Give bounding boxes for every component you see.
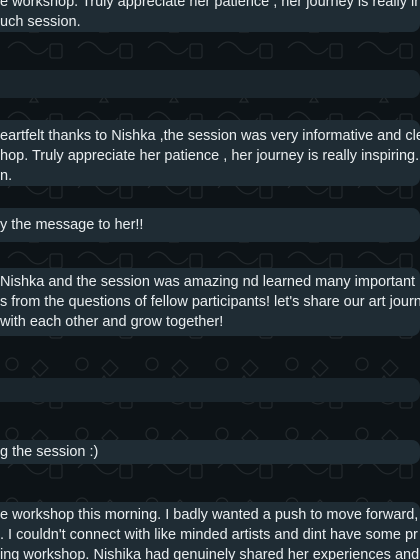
message-bubble-3[interactable]: eartfelt thanks to Nishka ,the session w… [0,120,420,186]
message-text-line: y the message to her!! [0,217,144,233]
message-text-line: uch session. [0,14,81,30]
chat-conversation[interactable]: e workshop. Truly appreciate her patienc… [0,0,420,560]
message-text-line: Nishka and the session was amazing nd le… [0,274,416,290]
message-bubble-7[interactable]: g the session :) [0,440,420,464]
message-text-line: . I couldn't connect with like minded ar… [0,527,418,543]
message-text-line: with each other and grow together! [0,314,224,330]
message-text-line: s from the questions of fellow participa… [0,294,420,310]
message-bubble-6[interactable] [0,378,420,402]
message-bubble-2[interactable] [0,70,420,98]
message-text-line: n. [0,168,13,184]
message-text-line: eartfelt thanks to Nishka ,the session w… [0,128,420,144]
message-text-line: ing workshop. Nishika had genuinely shar… [0,547,420,560]
message-text-line: e workshop this morning. I badly wanted … [0,507,420,523]
message-text-line: hop. Truly appreciate her patience , her… [0,148,420,164]
message-text-line: e workshop. Truly appreciate her patienc… [0,0,420,10]
message-bubble-5[interactable]: Nishka and the session was amazing nd le… [0,268,420,336]
message-bubble-8[interactable]: e workshop this morning. I badly wanted … [0,502,420,560]
message-bubble-4[interactable]: y the message to her!! [0,208,420,242]
message-text-line: g the session :) [0,444,99,460]
message-bubble-1[interactable]: e workshop. Truly appreciate her patienc… [0,0,420,32]
